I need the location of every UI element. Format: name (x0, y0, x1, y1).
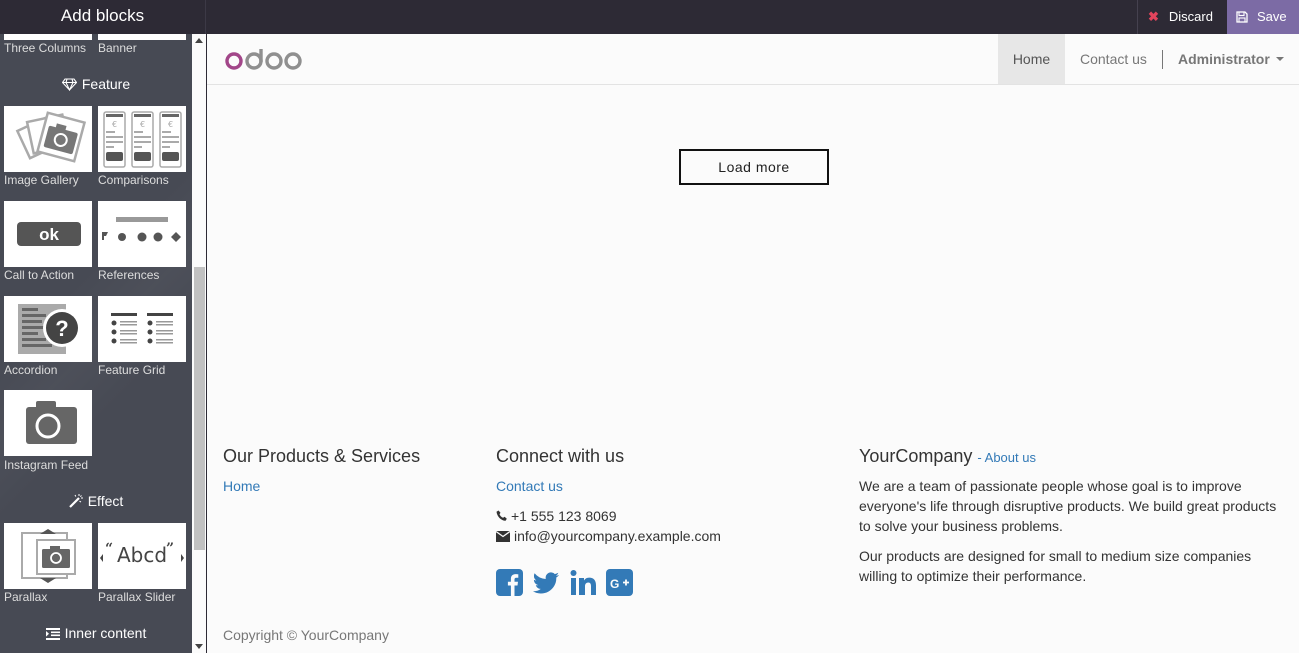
category-inner-content: Inner content (0, 625, 192, 641)
nav-divider (1162, 50, 1163, 69)
facebook-icon[interactable] (496, 569, 523, 596)
snippet-label: Call to Action (4, 268, 75, 282)
user-menu-label: Administrator (1178, 51, 1270, 67)
category-label: Inner content (64, 625, 147, 641)
snippets-sidebar: Three Columns Banner Feature Image Galle… (0, 34, 192, 653)
magic-wand-icon (68, 494, 83, 508)
snippet-label: Three Columns (4, 41, 87, 55)
snippet-label: Parallax Slider (98, 590, 176, 604)
sidebar-scrollbar[interactable] (192, 34, 207, 653)
snippet-comparisons[interactable]: € (98, 106, 186, 172)
snippet-call-to-action[interactable]: ok (4, 201, 92, 267)
panel-title: Add blocks (0, 0, 206, 34)
nav-item-contact-us[interactable]: Contact us (1080, 34, 1147, 84)
company-name: YourCompany (859, 446, 973, 466)
snippet-image-gallery[interactable] (4, 106, 92, 172)
linkedin-icon[interactable] (570, 569, 597, 596)
snippet-label: Comparisons (98, 173, 169, 187)
svg-text:Abcd: Abcd (117, 543, 167, 567)
snippet-accordion[interactable]: ? (4, 296, 92, 362)
snippet-banner[interactable] (98, 34, 186, 40)
user-menu-dropdown[interactable]: Administrator (1178, 34, 1284, 84)
phone-icon (496, 510, 507, 521)
footer-products-heading: Our Products & Services (223, 446, 421, 466)
phone-number: +1 555 123 8069 (511, 508, 617, 524)
diamond-icon (61, 78, 78, 92)
footer-link-contact-us[interactable]: Contact us (496, 478, 563, 494)
indent-list-icon (45, 628, 60, 640)
snippet-parallax-slider[interactable]: “ Abcd ” (98, 523, 186, 589)
snippet-three-columns[interactable] (4, 34, 92, 40)
discard-label: Discard (1168, 9, 1213, 24)
nav-item-home[interactable]: Home (998, 34, 1065, 84)
site-navbar: Home Contact us Administrator (207, 34, 1299, 85)
floppy-disk-icon (1236, 11, 1248, 23)
snippet-label: Accordion (4, 363, 58, 377)
call-to-action-thumbnail: ok (17, 222, 81, 246)
references-thumbnail (102, 217, 181, 242)
camera-thumbnail (26, 401, 77, 444)
footer-phone: +1 555 123 8069 (496, 506, 617, 526)
category-label: Feature (81, 76, 131, 92)
category-effect: Effect (0, 493, 192, 509)
snippet-instagram-feed[interactable] (4, 390, 92, 456)
social-links: G (496, 569, 634, 601)
snippet-label: Parallax (4, 590, 48, 604)
svg-text:“: “ (105, 541, 113, 557)
envelope-icon (495, 530, 511, 542)
footer-company-heading: YourCompany - About us (859, 446, 1036, 467)
svg-text:”: ” (166, 541, 174, 557)
twitter-icon[interactable] (532, 569, 560, 596)
odoo-logo[interactable] (225, 48, 303, 77)
discard-button[interactable]: ✖ Discard (1137, 0, 1227, 34)
snippet-label: Instagram Feed (4, 458, 89, 472)
snippet-label: References (98, 268, 160, 282)
svg-text:G: G (610, 577, 619, 591)
category-label: Effect (87, 493, 124, 509)
image-gallery-thumbnail (15, 111, 87, 163)
load-more-button[interactable]: Load more (679, 149, 829, 185)
category-feature: Feature (0, 76, 192, 92)
footer-link-about-us[interactable]: About us (985, 450, 1036, 465)
save-label: Save (1257, 9, 1287, 24)
about-separator: - (977, 450, 985, 465)
svg-text:ok: ok (39, 225, 59, 244)
company-description-2: Our products are designed for small to m… (859, 548, 1252, 584)
snippet-label: Feature Grid (98, 363, 166, 377)
footer-connect-heading: Connect with us (496, 446, 625, 466)
footer-email: info@yourcompany.example.com (495, 526, 721, 546)
scroll-up-arrow-icon[interactable] (195, 38, 203, 43)
snippet-label: Image Gallery (4, 173, 79, 187)
company-description: We are a team of passionate people whose… (859, 478, 1277, 534)
editor-topbar: Add blocks ✖ Discard Save (0, 0, 1299, 34)
scrollbar-thumb[interactable] (194, 267, 205, 550)
snippet-label: Banner (98, 41, 137, 55)
feature-grid-thumbnail (111, 313, 173, 344)
parallax-slider-thumbnail: “ Abcd ” (100, 541, 184, 567)
website-preview: Home Contact us Administrator Load more … (207, 34, 1299, 653)
parallax-thumbnail (21, 529, 76, 583)
caret-down-icon (1275, 57, 1284, 61)
scroll-down-arrow-icon[interactable] (195, 644, 203, 649)
snippet-feature-grid[interactable] (98, 296, 186, 362)
copyright-text: Copyright © YourCompany (223, 627, 389, 643)
snippet-references[interactable] (98, 201, 186, 267)
save-button[interactable]: Save (1227, 0, 1299, 34)
footer-link-home[interactable]: Home (223, 478, 260, 494)
comparisons-thumbnail: € (103, 111, 182, 168)
snippet-parallax[interactable] (4, 523, 92, 589)
email-address[interactable]: info@yourcompany.example.com (514, 528, 721, 544)
svg-text:€: € (112, 120, 117, 129)
google-plus-icon[interactable]: G (606, 569, 634, 596)
svg-text:?: ? (55, 316, 68, 341)
accordion-thumbnail: ? (18, 304, 81, 354)
close-icon: ✖ (1148, 9, 1159, 24)
